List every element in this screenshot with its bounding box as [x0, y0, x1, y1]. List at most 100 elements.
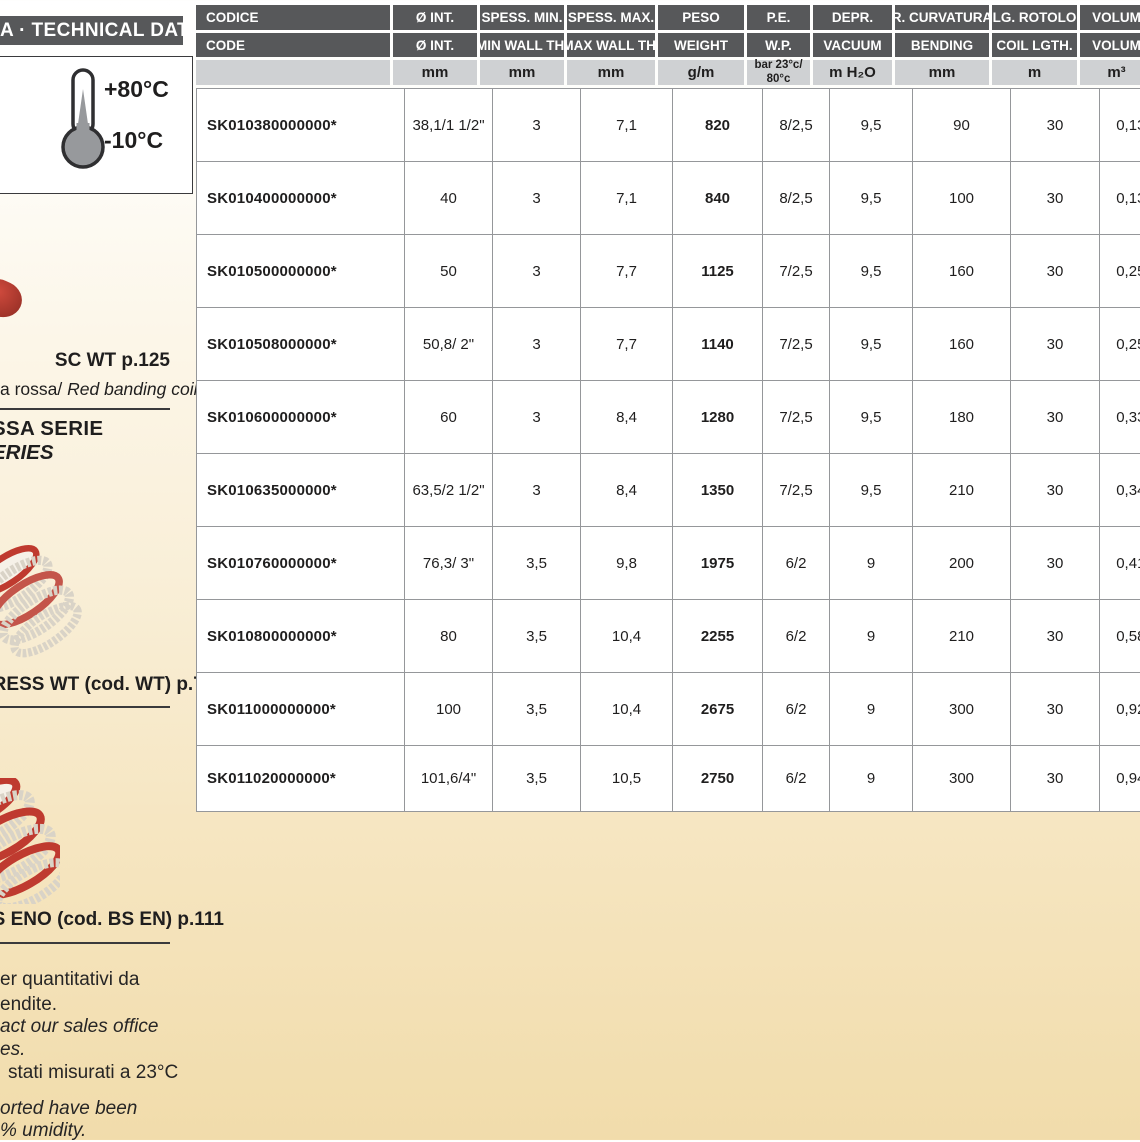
header-cell: SPESS. MIN. [480, 5, 564, 30]
value-cell: 1125 [673, 235, 763, 308]
value-cell: 1975 [673, 527, 763, 600]
value-cell: 3,5 [493, 673, 581, 746]
value-cell: 0,928 [1100, 673, 1140, 746]
value-cell: 76,3/ 3" [405, 527, 493, 600]
value-cell: 80 [405, 600, 493, 673]
value-cell: 101,6/4" [405, 746, 493, 812]
value-cell: 9 [830, 673, 913, 746]
value-cell: 100 [405, 673, 493, 746]
value-cell: 7,1 [581, 89, 673, 162]
value-cell: 50,8/ 2" [405, 308, 493, 381]
code-cell: SK010760000000* [197, 527, 405, 600]
unit-cell: mm [393, 60, 477, 85]
thermometer-icon [55, 67, 111, 171]
header-cell: P.E. [747, 5, 810, 30]
value-cell: 3 [493, 235, 581, 308]
header-cell: VOLUM [1080, 33, 1140, 57]
table-row: SK010400000000*4037,18408/2,59,5100300,1… [197, 162, 1140, 235]
table-row: SK010760000000*76,3/ 3"3,59,819756/29200… [197, 527, 1140, 600]
value-cell: 9 [830, 600, 913, 673]
hose-photo-fragment-top [0, 274, 28, 324]
value-cell: 2750 [673, 746, 763, 812]
code-cell: SK010500000000* [197, 235, 405, 308]
note-line: er quantitativi da [0, 969, 139, 991]
header-cell: SPESS. MAX. [567, 5, 655, 30]
divider-rule [0, 706, 170, 708]
value-cell: 9,5 [830, 89, 913, 162]
value-cell: 9,5 [830, 308, 913, 381]
value-cell: 63,5/2 1/2" [405, 454, 493, 527]
note-line: act our sales office [0, 1016, 158, 1038]
value-cell: 30 [1011, 162, 1100, 235]
value-cell: 0,581 [1100, 600, 1140, 673]
value-cell: 1280 [673, 381, 763, 454]
header-cell: LG. ROTOLO [992, 5, 1077, 30]
value-cell: 10,4 [581, 600, 673, 673]
value-cell: 0,347 [1100, 454, 1140, 527]
table-row: SK010508000000*50,8/ 2"37,711407/2,59,51… [197, 308, 1140, 381]
unit-cell: mm [895, 60, 989, 85]
value-cell: 7,1 [581, 162, 673, 235]
header-cell: MAX WALL TH. [567, 33, 655, 57]
value-cell: 30 [1011, 454, 1100, 527]
value-cell: 6/2 [763, 600, 830, 673]
value-cell: 7,7 [581, 308, 673, 381]
value-cell: 10,5 [581, 746, 673, 812]
value-cell: 9,5 [830, 454, 913, 527]
value-cell: 6/2 [763, 527, 830, 600]
value-cell: 9,5 [830, 235, 913, 308]
code-cell: SK010508000000* [197, 308, 405, 381]
value-cell: 7/2,5 [763, 454, 830, 527]
value-cell: 30 [1011, 381, 1100, 454]
code-cell: SK011000000000* [197, 673, 405, 746]
value-cell: 9,5 [830, 162, 913, 235]
value-cell: 3,5 [493, 600, 581, 673]
value-cell: 3,5 [493, 746, 581, 812]
value-cell: 3 [493, 308, 581, 381]
value-cell: 100 [913, 162, 1011, 235]
note-line: orted have been [0, 1098, 137, 1120]
value-cell: 30 [1011, 746, 1100, 812]
value-cell: 820 [673, 89, 763, 162]
value-cell: 3 [493, 454, 581, 527]
value-cell: 300 [913, 673, 1011, 746]
note-line: % umidity. [0, 1120, 86, 1142]
unit-cell: mm [567, 60, 655, 85]
value-cell: 30 [1011, 89, 1100, 162]
catalog-ref-sc-wt: SC WT p.125 [0, 350, 170, 372]
hose-photo-middle [0, 542, 85, 662]
header-cell: WEIGHT [658, 33, 744, 57]
header-cell: DEPR. [813, 5, 892, 30]
red-banding-coil-caption: a rossa/ Red banding coil [0, 379, 172, 400]
value-cell: 3,5 [493, 527, 581, 600]
temp-max: +80°C [104, 76, 169, 103]
header-cell: Ø INT. [393, 5, 477, 30]
unit-cell: g/m [658, 60, 744, 85]
table-row: SK010800000000*803,510,422556/29210300,5… [197, 600, 1140, 673]
table-header: CODICEØ INT.SPESS. MIN.SPESS. MAX.PESOP.… [196, 5, 1140, 86]
value-cell: 0,332 [1100, 381, 1140, 454]
value-cell: 30 [1011, 235, 1100, 308]
value-cell: 8,4 [581, 454, 673, 527]
value-cell: 8,4 [581, 381, 673, 454]
unit-cell: m H₂O [813, 60, 892, 85]
value-cell: 160 [913, 308, 1011, 381]
divider-rule [0, 408, 170, 410]
caption-italic: Red banding coil [67, 379, 197, 399]
value-cell: 30 [1011, 308, 1100, 381]
value-cell: 3 [493, 162, 581, 235]
note-line: es. [0, 1039, 25, 1061]
value-cell: 9,5 [830, 381, 913, 454]
header-cell: CODICE [196, 5, 390, 30]
value-cell: 3 [493, 381, 581, 454]
value-cell: 8/2,5 [763, 162, 830, 235]
series-title-line1: SSA SERIE [0, 417, 103, 441]
value-cell: 0,251 [1100, 235, 1140, 308]
catalog-ref-ss-eno: SS ENO (cod. BS EN) p.111 [0, 909, 177, 931]
value-cell: 0,254 [1100, 308, 1140, 381]
value-cell: 210 [913, 454, 1011, 527]
header-cell: R. CURVATURA [895, 5, 989, 30]
value-cell: 7,7 [581, 235, 673, 308]
header-cell: MIN WALL TH. [480, 33, 564, 57]
value-cell: 6/2 [763, 673, 830, 746]
